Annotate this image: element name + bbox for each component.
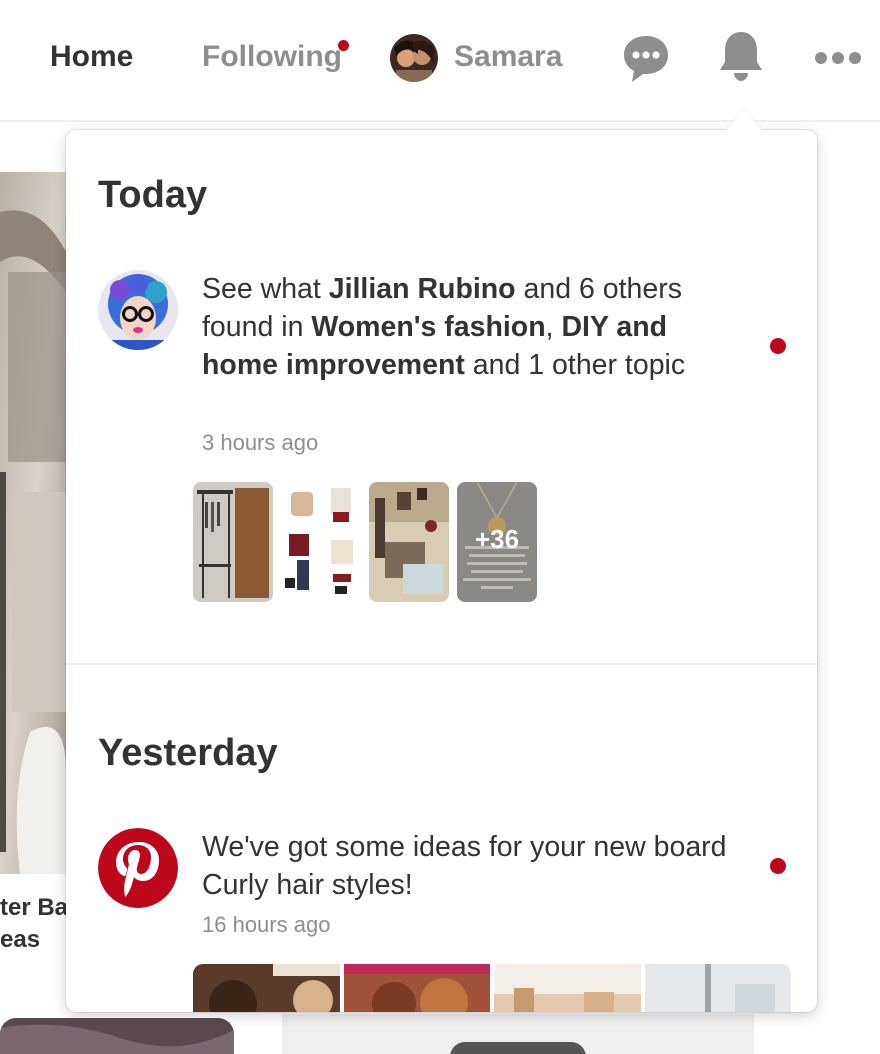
pin-thumbnail-3[interactable] [369, 482, 449, 602]
notifications-bell-icon[interactable] [718, 30, 764, 87]
notification-pin-thumbnails: +36 [193, 482, 537, 602]
nav-user-name[interactable]: Samara [454, 40, 562, 74]
notification-text-separator: , [545, 311, 562, 343]
notification-user-name: Jillian Rubino [328, 273, 516, 305]
unread-dot-yesterday [770, 858, 786, 874]
section-divider [66, 663, 817, 665]
user-avatar[interactable] [390, 34, 438, 82]
unread-dot-today [770, 338, 786, 354]
messages-icon[interactable] [622, 34, 670, 89]
hair-pin-thumbnail-3[interactable] [494, 964, 641, 1012]
nav-home-link[interactable]: Home [50, 40, 133, 74]
notification-avatar-jillian[interactable] [98, 270, 178, 350]
background-pill-button[interactable] [450, 1042, 586, 1054]
more-pins-count: +36 [474, 524, 520, 554]
section-heading-yesterday: Yesterday [98, 732, 278, 774]
pinterest-logo-icon[interactable] [98, 828, 178, 908]
curly-hair-pin-thumbnails [193, 964, 791, 1012]
pin-thumbnail-more[interactable]: +36 [457, 482, 537, 602]
hair-pin-thumbnail-2[interactable] [343, 964, 490, 1012]
background-pin-caption[interactable]: ter Ba eas [0, 892, 68, 956]
background-caption-line-1: ter Ba [0, 894, 69, 921]
background-pin-image[interactable] [0, 172, 66, 874]
notification-text-suffix: and 1 other topic [464, 349, 686, 381]
nav-following-link[interactable]: Following [202, 40, 342, 74]
more-options-icon[interactable] [814, 50, 862, 71]
notification-text-yesterday[interactable]: We've got some ideas for your new board … [202, 828, 742, 904]
notification-text-prefix: See what [202, 273, 329, 305]
pin-thumbnail-1[interactable] [193, 482, 273, 602]
section-heading-today: Today [98, 174, 208, 216]
hair-pin-thumbnail-4[interactable] [644, 964, 791, 1012]
top-navigation-bar: Home Following Samara [0, 0, 880, 122]
hair-pin-thumbnail-1[interactable] [193, 964, 340, 1012]
notification-text-today[interactable]: See what Jillian Rubino and 6 others fou… [202, 270, 742, 384]
pin-thumbnail-2[interactable] [281, 482, 361, 602]
background-pin-thumbnail[interactable] [0, 1018, 234, 1054]
notification-time-yesterday: 16 hours ago [202, 912, 331, 937]
background-caption-line-2: eas [0, 926, 41, 953]
popup-caret [726, 108, 762, 130]
following-unread-dot [338, 40, 349, 51]
notifications-popup: Today See what Jillian Rubino and 6 othe… [66, 130, 817, 1012]
notification-time-today: 3 hours ago [202, 430, 319, 455]
notification-topic-1: Women's fashion [311, 311, 546, 343]
